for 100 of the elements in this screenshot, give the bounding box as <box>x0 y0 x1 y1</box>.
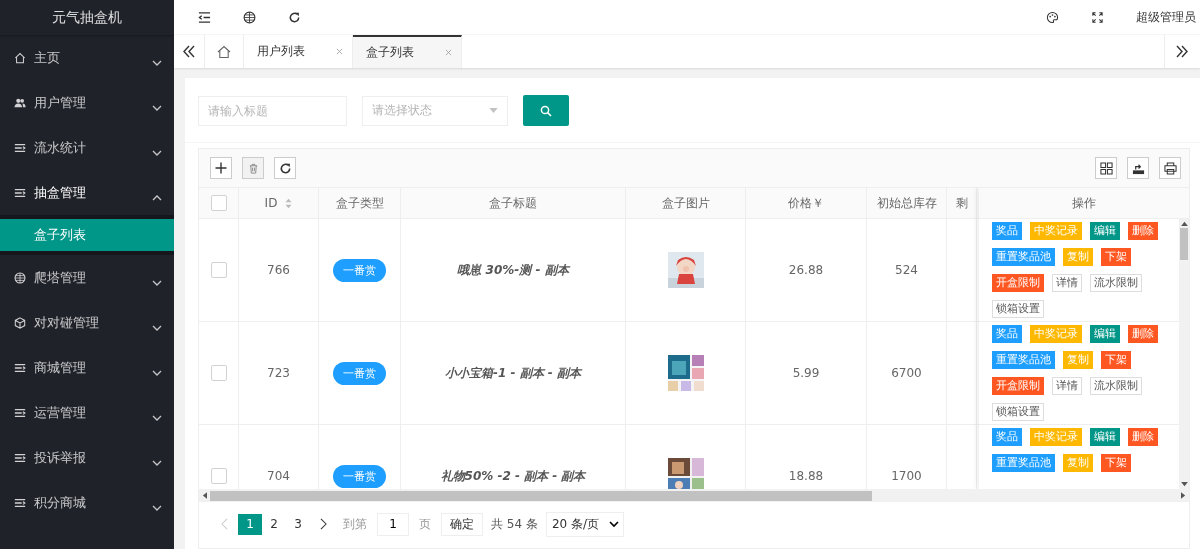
menu-fold-icon[interactable] <box>198 10 211 24</box>
menu-label: 运营管理 <box>34 403 87 422</box>
menu-item[interactable]: 爬塔管理 <box>0 255 174 300</box>
chevron-down-icon <box>152 504 162 511</box>
action-button[interactable]: 流水限制 <box>1090 274 1142 292</box>
column-header: 初始总库存 <box>876 194 937 212</box>
scrollbar-thumb[interactable] <box>1180 228 1188 260</box>
title-search-field[interactable]: 请输入标题 <box>198 95 347 126</box>
menu-label: 爬塔管理 <box>34 268 87 287</box>
chevron-down-icon <box>152 324 162 331</box>
chevron-down-icon <box>152 149 162 156</box>
title-cell: 礼物50% -2 - 副本 - 副本 <box>440 467 586 485</box>
action-button[interactable]: 流水限制 <box>1090 377 1142 395</box>
page-number-field[interactable]: 1 <box>377 512 409 536</box>
confirm-button[interactable]: 确定 <box>441 512 483 536</box>
list-icon <box>14 186 26 199</box>
column-header: 盒子图片 <box>661 194 710 212</box>
menu-item[interactable]: 主页 <box>0 35 174 80</box>
users-icon <box>14 96 26 109</box>
row-checkbox[interactable] <box>210 468 227 484</box>
action-button[interactable]: 开盒限制 <box>992 274 1044 292</box>
status-select[interactable]: 请选择状态 <box>362 95 508 126</box>
dropdown-icon <box>489 108 498 113</box>
caret-icon <box>609 520 620 528</box>
tab-label: 用户列表 <box>257 43 305 60</box>
search-icon <box>540 104 552 117</box>
refresh-icon <box>278 161 292 175</box>
price-cell: 26.88 <box>788 263 824 277</box>
scroll-up-icon[interactable] <box>1180 221 1188 226</box>
action-button[interactable]: 奖品 <box>992 222 1022 240</box>
action-button[interactable]: 详情 <box>1052 377 1082 395</box>
column-header: 操作 <box>1072 194 1096 212</box>
action-button[interactable]: 下架 <box>1101 351 1131 369</box>
next-page-icon[interactable] <box>320 518 327 530</box>
trash-icon <box>247 162 259 174</box>
scrollbar-thumb[interactable] <box>210 490 872 501</box>
user-name[interactable]: 超级管理员 <box>1136 8 1196 26</box>
row-checkbox[interactable] <box>210 262 227 278</box>
action-button[interactable]: 下架 <box>1101 248 1131 266</box>
scroll-down-icon[interactable] <box>1180 482 1188 487</box>
stock-cell: 524 <box>895 263 918 277</box>
row-checkbox[interactable] <box>210 365 227 381</box>
menu-item[interactable]: 运营管理 <box>0 390 174 435</box>
menu-item[interactable]: 对对碰管理 <box>0 300 174 345</box>
fullscreen-icon[interactable] <box>1091 10 1104 24</box>
refresh-button[interactable] <box>274 157 296 179</box>
menu-item[interactable]: 商城管理 <box>0 345 174 390</box>
action-button[interactable]: 重置奖品池 <box>992 248 1055 266</box>
action-button[interactable]: 删除 <box>1128 428 1158 446</box>
action-button[interactable]: 编辑 <box>1090 222 1120 240</box>
action-button[interactable]: 编辑 <box>1090 428 1120 446</box>
chevron-down-icon <box>152 279 162 286</box>
action-button[interactable]: 锁箱设置 <box>992 300 1044 318</box>
action-button[interactable]: 详情 <box>1052 274 1082 292</box>
columns-button[interactable] <box>1095 157 1117 179</box>
vertical-scrollbar[interactable] <box>1179 219 1189 489</box>
plus-icon <box>215 162 227 174</box>
menu-item[interactable]: 积分商城 <box>0 480 174 525</box>
submenu-item[interactable]: 盒子列表 <box>0 219 174 251</box>
globe-icon[interactable] <box>243 10 256 24</box>
list-icon <box>14 496 26 509</box>
action-button[interactable]: 锁箱设置 <box>992 403 1044 421</box>
goto-label: 到第 <box>343 515 367 533</box>
action-button[interactable]: 奖品 <box>992 428 1022 446</box>
print-button[interactable] <box>1159 157 1181 179</box>
menu-item[interactable]: 抽盒管理 <box>0 170 174 215</box>
refresh-icon[interactable] <box>288 10 301 24</box>
menu-label: 流水统计 <box>34 138 87 157</box>
type-badge: 一番赏 <box>333 361 386 385</box>
print-icon <box>1163 161 1177 175</box>
menu-item[interactable]: 流水统计 <box>0 125 174 170</box>
scroll-right-icon[interactable] <box>1181 492 1186 499</box>
chevron-down-icon <box>152 414 162 421</box>
type-badge: 一番赏 <box>333 258 386 282</box>
action-button[interactable]: 重置奖品池 <box>992 454 1055 472</box>
list-icon <box>14 141 26 154</box>
export-button[interactable] <box>1127 157 1149 179</box>
tab-label: 盒子列表 <box>366 44 414 61</box>
menu-label: 抽盒管理 <box>34 183 87 202</box>
page-button[interactable]: 1 <box>238 513 262 535</box>
menu-item[interactable]: 用户管理 <box>0 80 174 125</box>
add-button[interactable] <box>210 157 232 179</box>
action-button[interactable]: 删除 <box>1128 325 1158 343</box>
select-all-checkbox[interactable] <box>210 195 227 211</box>
menu-item[interactable]: 投诉举报 <box>0 435 174 480</box>
menu-label: 用户管理 <box>34 93 87 112</box>
action-button[interactable]: 重置奖品池 <box>992 351 1055 369</box>
total-count: 共 54 条 <box>491 515 538 533</box>
tab[interactable]: 盒子列表 <box>353 35 462 68</box>
menu-label: 投诉举报 <box>34 448 87 467</box>
action-button[interactable]: 删除 <box>1128 222 1158 240</box>
action-button[interactable]: 下架 <box>1101 454 1131 472</box>
stock-cell: 1700 <box>891 469 922 483</box>
scroll-left-icon[interactable] <box>202 492 207 499</box>
action-button[interactable]: 编辑 <box>1090 325 1120 343</box>
palette-icon[interactable] <box>1046 10 1059 24</box>
action-button[interactable]: 奖品 <box>992 325 1022 343</box>
action-button[interactable]: 开盒限制 <box>992 377 1044 395</box>
page-size-select[interactable]: 20 条/页 <box>545 511 625 537</box>
column-header: 盒子标题 <box>489 194 537 212</box>
